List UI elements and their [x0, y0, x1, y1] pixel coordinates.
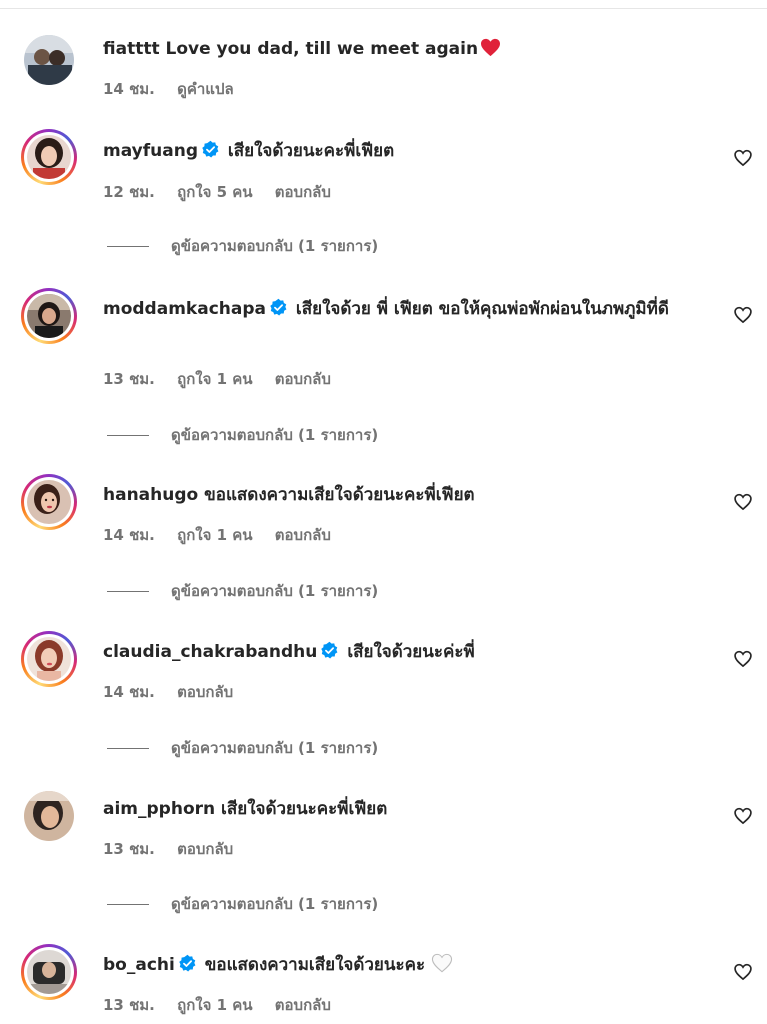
- top-divider: [0, 8, 767, 9]
- heart-outline-icon: [734, 306, 752, 324]
- comment-body: hanahugo ขอแสดงความเสียใจด้วยนะคะพี่เฟีย…: [103, 482, 709, 509]
- view-replies-button[interactable]: ดูข้อความตอบกลับ (1 รายการ): [107, 736, 378, 760]
- verified-badge-icon: [201, 140, 220, 168]
- comment-time: 14 ชม.: [103, 526, 155, 544]
- replies-line: [107, 904, 149, 905]
- username[interactable]: fiatttt: [103, 39, 160, 59]
- comment-body: bo_achi ขอแสดงความเสียใจด้วยนะคะ: [103, 952, 709, 982]
- like-button[interactable]: [733, 806, 753, 826]
- avatar-photo: [27, 480, 71, 524]
- comment-time: 14 ชม.: [103, 683, 155, 701]
- likes-count[interactable]: ถูกใจ 1 คน: [177, 370, 252, 388]
- comment-text: ขอแสดงความเสียใจด้วยนะคะ: [204, 955, 426, 975]
- avatar-photo: [27, 950, 71, 994]
- comment-meta: 13 ชม. ถูกใจ 1 คน ตอบกลับ: [103, 367, 348, 391]
- heart-outline-icon: [734, 149, 752, 167]
- reply-button[interactable]: ตอบกลับ: [275, 996, 331, 1014]
- comment-text: เสียใจด้วยนะคะพี่เฟียต: [221, 799, 388, 819]
- heart-outline-icon: [734, 963, 752, 981]
- comment-time: 13 ชม.: [103, 370, 155, 388]
- reply-button[interactable]: ตอบกลับ: [275, 526, 331, 544]
- replies-line: [107, 435, 149, 436]
- comment-body: moddamkachapa เสียใจด้วย พี่ เฟียต ขอให้…: [103, 296, 709, 326]
- comment-text: Love you dad, till we meet again: [165, 39, 479, 59]
- comment-meta: 13 ชม. ถูกใจ 1 คน ตอบกลับ: [103, 993, 348, 1017]
- username[interactable]: bo_achi: [103, 955, 175, 975]
- comment-time: 13 ชม.: [103, 996, 155, 1014]
- comment-text: เสียใจด้วยนะคะพี่เฟียต: [227, 141, 395, 161]
- username[interactable]: hanahugo: [103, 485, 198, 505]
- comment-meta: 13 ชม. ตอบกลับ: [103, 837, 250, 861]
- avatar[interactable]: [21, 129, 77, 185]
- avatar-photo: [24, 791, 74, 841]
- avatar[interactable]: [21, 474, 77, 530]
- replies-line: [107, 748, 149, 749]
- view-replies-label: ดูข้อความตอบกลับ (1 รายการ): [171, 582, 379, 600]
- username[interactable]: aim_pphorn: [103, 799, 215, 819]
- view-replies-label: ดูข้อความตอบกลับ (1 รายการ): [171, 739, 379, 757]
- avatar-photo: [24, 35, 74, 85]
- heart-outline-icon: [734, 807, 752, 825]
- comment-text: เสียใจด้วยนะค่ะพี่: [347, 642, 475, 662]
- reply-button[interactable]: ตอบกลับ: [177, 840, 233, 858]
- like-button[interactable]: [733, 148, 753, 168]
- view-replies-button[interactable]: ดูข้อความตอบกลับ (1 รายการ): [107, 892, 378, 916]
- likes-count[interactable]: ถูกใจ 1 คน: [177, 526, 252, 544]
- heart-outline-icon: [734, 493, 752, 511]
- reply-button[interactable]: ตอบกลับ: [177, 683, 233, 701]
- comment-time: 12 ชม.: [103, 183, 155, 201]
- avatar[interactable]: [21, 944, 77, 1000]
- comment-time: 14 ชม.: [103, 80, 155, 98]
- view-replies-button[interactable]: ดูข้อความตอบกลับ (1 รายการ): [107, 423, 378, 447]
- username[interactable]: mayfuang: [103, 141, 198, 161]
- avatar[interactable]: [21, 788, 77, 844]
- comment-body: aim_pphorn เสียใจด้วยนะคะพี่เฟียต: [103, 796, 709, 823]
- verified-badge-icon: [178, 954, 197, 982]
- comment-body: fiatttt Love you dad, till we meet again: [103, 36, 709, 66]
- replies-line: [107, 246, 149, 247]
- avatar-photo: [27, 294, 71, 338]
- avatar-photo: [27, 135, 71, 179]
- username[interactable]: moddamkachapa: [103, 299, 266, 319]
- comment-meta: 14 ชม. ถูกใจ 1 คน ตอบกลับ: [103, 523, 348, 547]
- view-replies-button[interactable]: ดูข้อความตอบกลับ (1 รายการ): [107, 234, 378, 258]
- comment-text: เสียใจด้วย พี่ เฟียต ขอให้คุณพ่อพักผ่อนใ…: [295, 299, 669, 319]
- avatar[interactable]: [21, 288, 77, 344]
- verified-badge-icon: [320, 641, 339, 669]
- red-heart-emoji-icon: [480, 38, 501, 66]
- white-heart-emoji-icon: [431, 953, 453, 982]
- like-button[interactable]: [733, 649, 753, 669]
- comment-meta: 14 ชม. ตอบกลับ: [103, 680, 250, 704]
- comment-time: 13 ชม.: [103, 840, 155, 858]
- view-replies-label: ดูข้อความตอบกลับ (1 รายการ): [171, 237, 379, 255]
- username[interactable]: claudia_chakrabandhu: [103, 642, 317, 662]
- verified-badge-icon: [269, 298, 288, 326]
- likes-count[interactable]: ถูกใจ 5 คน: [177, 183, 252, 201]
- comment-meta: 14 ชม. ดูคำแปล: [103, 77, 251, 101]
- view-replies-label: ดูข้อความตอบกลับ (1 รายการ): [171, 895, 379, 913]
- comment-text: ขอแสดงความเสียใจด้วยนะคะพี่เฟียต: [204, 485, 475, 505]
- comment-body: mayfuang เสียใจด้วยนะคะพี่เฟียต: [103, 138, 709, 168]
- avatar[interactable]: [21, 631, 77, 687]
- heart-outline-icon: [734, 650, 752, 668]
- translate-link[interactable]: ดูคำแปล: [177, 80, 234, 98]
- likes-count[interactable]: ถูกใจ 1 คน: [177, 996, 252, 1014]
- comment-body: claudia_chakrabandhu เสียใจด้วยนะค่ะพี่: [103, 639, 709, 669]
- comment-meta: 12 ชม. ถูกใจ 5 คน ตอบกลับ: [103, 180, 348, 204]
- like-button[interactable]: [733, 492, 753, 512]
- view-replies-label: ดูข้อความตอบกลับ (1 รายการ): [171, 426, 379, 444]
- avatar-photo: [27, 637, 71, 681]
- reply-button[interactable]: ตอบกลับ: [275, 370, 331, 388]
- like-button[interactable]: [733, 962, 753, 982]
- view-replies-button[interactable]: ดูข้อความตอบกลับ (1 รายการ): [107, 579, 378, 603]
- like-button[interactable]: [733, 305, 753, 325]
- replies-line: [107, 591, 149, 592]
- reply-button[interactable]: ตอบกลับ: [275, 183, 331, 201]
- avatar[interactable]: [21, 32, 77, 88]
